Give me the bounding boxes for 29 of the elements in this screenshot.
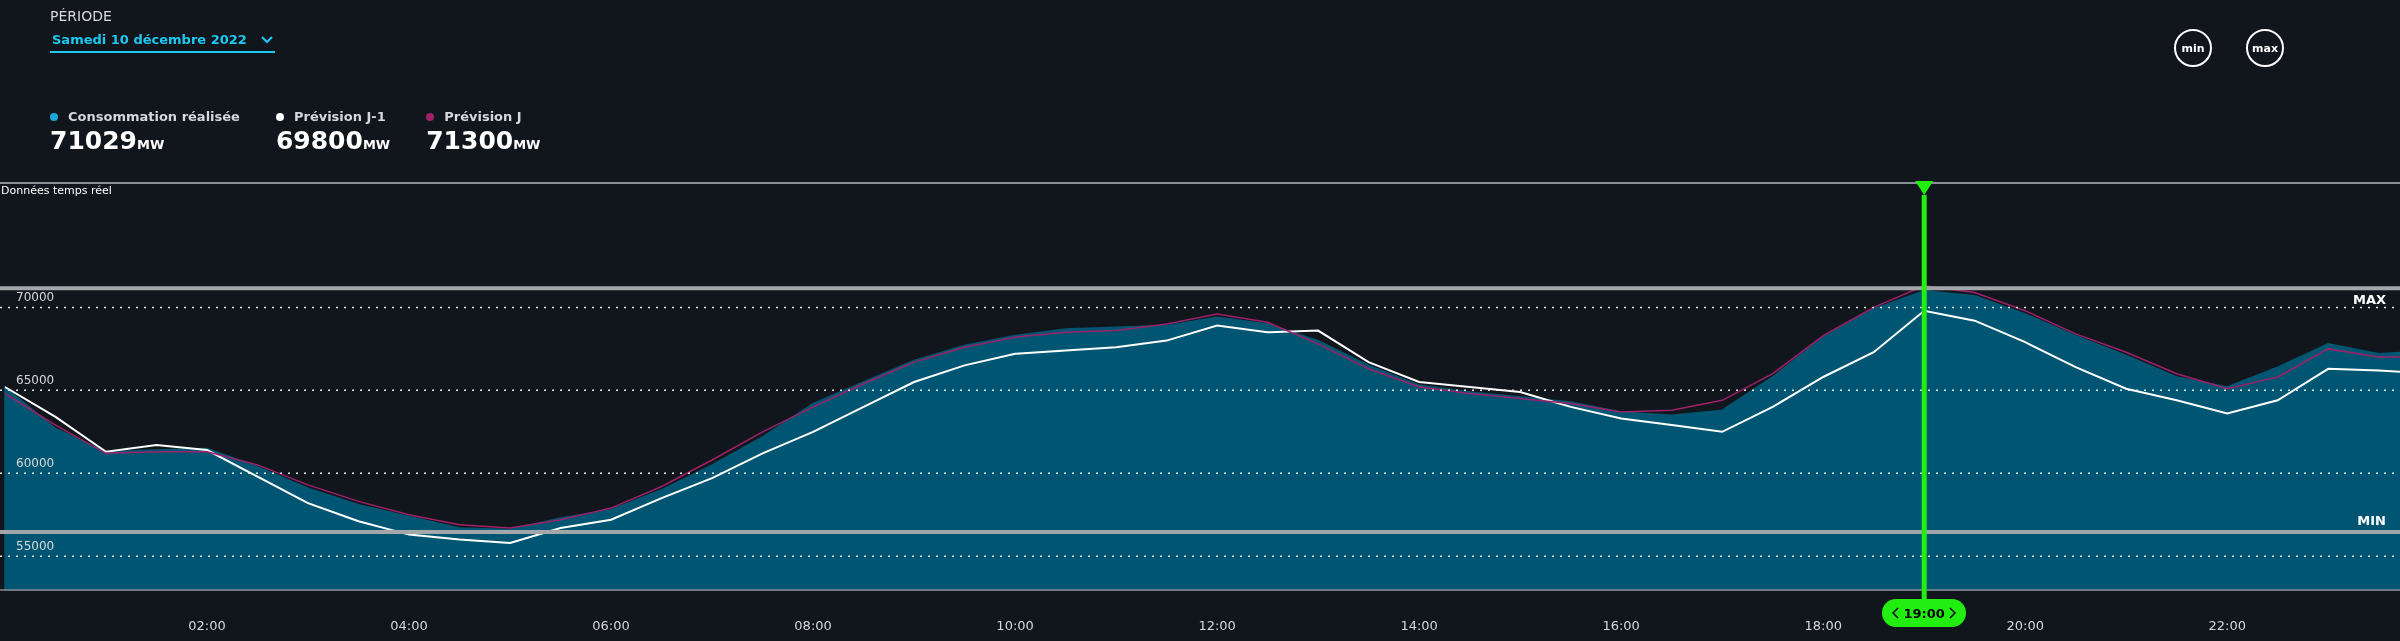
- unit-label: MW: [137, 137, 165, 152]
- y-axis-label: 70000: [16, 290, 55, 305]
- x-axis-label: 18:00: [1804, 618, 1842, 633]
- x-axis-label: 02:00: [188, 618, 226, 633]
- x-axis-label: 10:00: [996, 618, 1034, 633]
- legend-value: 71300: [426, 126, 514, 155]
- x-axis-label: 12:00: [1198, 618, 1236, 633]
- threshold-label: MAX: [2352, 292, 2386, 308]
- y-axis-label: 60000: [16, 456, 55, 471]
- ref-line-label: 19:00: [1903, 605, 1945, 621]
- x-axis-label: 04:00: [390, 618, 428, 633]
- chart-subtitle: Données temps réel: [1, 184, 112, 197]
- legend-label: Prévision J-1: [293, 109, 386, 124]
- y-axis-label: 55000: [16, 539, 55, 554]
- legend-label: Consommation réalisée: [68, 109, 240, 124]
- threshold-label: MIN: [2357, 513, 2386, 529]
- legend-value: 69800: [275, 126, 363, 155]
- x-axis-label: 20:00: [2006, 618, 2044, 633]
- unit-label: MW: [362, 137, 391, 152]
- x-axis-label: 14:00: [1400, 618, 1438, 633]
- x-axis-label: 22:00: [2208, 618, 2246, 633]
- legend-label: Prévision J: [444, 109, 522, 124]
- x-axis-label: 08:00: [794, 618, 832, 633]
- y-axis-label: 65000: [16, 373, 55, 388]
- x-axis-label: 06:00: [592, 618, 630, 633]
- x-axis-label: 16:00: [1602, 618, 1640, 633]
- period-label: PÉRIODE: [50, 8, 113, 24]
- legend-value: 71029: [50, 126, 137, 155]
- unit-label: MW: [513, 137, 541, 152]
